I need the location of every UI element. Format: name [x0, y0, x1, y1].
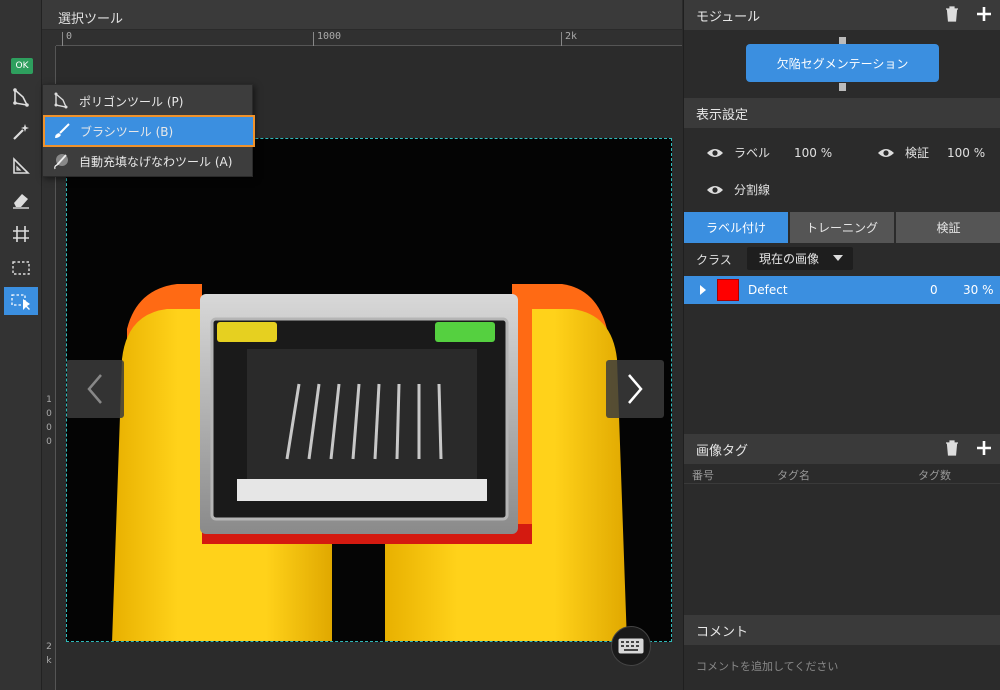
menu-item-label: 自動充填なげなわツール (A) [79, 154, 233, 169]
trash-icon[interactable] [943, 439, 961, 457]
eraser-icon [13, 194, 29, 209]
right-panel: モジュール 欠陥セグメンテーション 表示設定 ラベル 100 % 検証 100 … [683, 0, 1000, 690]
prev-image-button[interactable] [67, 360, 124, 418]
divider-visibility-row[interactable]: 分割線 [706, 181, 770, 198]
menu-item-auto-lasso-tool[interactable]: 自動充填なげなわツール (A) [43, 146, 254, 176]
class-list-area [684, 304, 1000, 433]
expand-arrow-icon[interactable] [699, 285, 707, 295]
ruler-vlabel: 1 [46, 395, 52, 405]
keyboard-shortcuts-button[interactable] [611, 626, 651, 666]
polygon-tool-icon [54, 92, 68, 109]
tab-training[interactable]: トレーニング [790, 212, 894, 243]
ruler-vlabel: 0 [46, 423, 52, 433]
ruler-tick [561, 32, 562, 46]
ruler-label-0: 0 [66, 31, 73, 42]
brush-icon [55, 123, 70, 138]
module-header: モジュール [684, 0, 1000, 30]
ruler-triangle-icon [13, 157, 30, 174]
canvas-title: 選択ツール [58, 12, 124, 27]
class-color-swatch[interactable] [717, 279, 739, 301]
tag-column-count: タグ数 [918, 469, 951, 482]
image-canvas[interactable] [66, 138, 672, 642]
plus-icon[interactable] [975, 439, 993, 457]
menu-item-label: ポリゴンツール (P) [79, 94, 184, 109]
tab-verify[interactable]: 検証 [896, 212, 1000, 243]
display-settings-header: 表示設定 [684, 98, 1000, 128]
select-move-icon [11, 294, 30, 310]
ruler-vlabel: 0 [46, 409, 52, 419]
ruler-vlabel: 0 [46, 437, 52, 447]
ruler-top: 0 1000 2k [56, 30, 682, 46]
label-visibility-row[interactable]: ラベル 100 % [706, 144, 832, 161]
ruler-tick [313, 32, 314, 46]
keyboard-icon [618, 638, 644, 654]
defect-segmentation-module-button[interactable]: 欠陥セグメンテーション [746, 44, 939, 82]
select-move-button[interactable] [4, 287, 38, 315]
module-connector [839, 83, 846, 91]
ruler-vlabel: k [46, 656, 52, 666]
class-percent: 30 % [963, 283, 994, 297]
module-title: モジュール [696, 9, 761, 25]
ruler-corner [42, 30, 56, 46]
connector-photo [67, 139, 671, 641]
eye-icon[interactable] [706, 183, 724, 197]
ok-badge: OK [11, 58, 33, 74]
eye-icon[interactable] [877, 146, 895, 160]
magic-wand-icon [13, 124, 29, 140]
class-name: Defect [748, 283, 788, 297]
verify-visibility-row[interactable]: 検証 100 % [877, 144, 985, 161]
menu-item-brush-tool[interactable]: ブラシツール (B) [43, 115, 255, 147]
chevron-right-icon [628, 374, 643, 404]
caret-down-icon [833, 255, 843, 261]
class-count: 0 [930, 283, 938, 297]
menu-item-polygon-tool[interactable]: ポリゴンツール (P) [43, 86, 254, 116]
ruler-label-2k: 2k [565, 31, 578, 42]
verify-opacity-value: 100 % [947, 145, 986, 160]
comment-title: コメント [696, 624, 749, 640]
polygon-tool-icon [13, 88, 29, 107]
verify-visibility-text: 検証 [905, 146, 930, 160]
image-tags-title: 画像タグ [696, 443, 749, 459]
menu-item-label: ブラシツール (B) [80, 124, 174, 139]
tag-table-header: 番号 タグ名 タグ数 [684, 464, 1000, 484]
ruler-label-1000: 1000 [317, 31, 342, 42]
canvas-header: 選択ツール [42, 0, 682, 30]
class-scope-value: 現在の画像 [759, 252, 820, 266]
crop-icon [13, 226, 29, 242]
auto-lasso-icon [54, 154, 68, 170]
polygon-tool-button[interactable] [6, 84, 36, 112]
chevron-left-icon [87, 374, 102, 404]
tag-column-number: 番号 [692, 469, 714, 482]
plus-icon[interactable] [975, 5, 993, 23]
class-scope-select[interactable]: 現在の画像 [747, 247, 853, 270]
tool-menu: ポリゴンツール (P) ブラシツール (B) 自動充填なげなわツール (A) [42, 84, 255, 177]
crop-button[interactable] [6, 220, 36, 248]
tag-column-name: タグ名 [777, 469, 810, 482]
image-tags-header: 画像タグ [684, 434, 1000, 464]
rect-select-button[interactable] [6, 254, 36, 282]
comment-header: コメント [684, 615, 1000, 645]
magic-wand-button[interactable] [6, 118, 36, 146]
eraser-button[interactable] [6, 186, 36, 214]
class-label: クラス [696, 253, 732, 267]
display-settings-title: 表示設定 [696, 107, 749, 123]
dashed-select-icon [12, 261, 30, 275]
tab-labeling[interactable]: ラベル付け [684, 212, 788, 243]
ruler-tick [62, 32, 63, 46]
divider-visibility-text: 分割線 [734, 183, 771, 197]
comment-input[interactable]: コメントを追加してください [696, 658, 838, 674]
ruler-vlabel: 2 [46, 642, 52, 652]
ruler-tool-button[interactable] [6, 152, 36, 180]
left-toolbar: OK [0, 0, 42, 690]
class-row-defect[interactable]: Defect 0 30 % [684, 276, 1000, 304]
label-opacity-value: 100 % [794, 145, 833, 160]
next-image-button[interactable] [606, 360, 664, 418]
eye-icon[interactable] [706, 146, 724, 160]
label-visibility-text: ラベル [734, 146, 771, 160]
trash-icon[interactable] [943, 5, 961, 23]
